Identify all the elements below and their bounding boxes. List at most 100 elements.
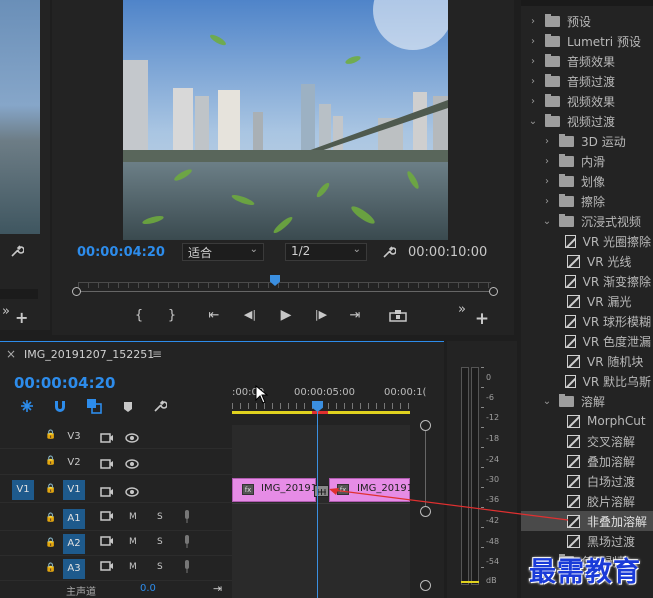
track-label-v1[interactable]: V1 bbox=[63, 480, 85, 500]
chevron-right-icon[interactable]: › bbox=[541, 176, 553, 187]
mark-out-button[interactable]: } bbox=[162, 308, 182, 323]
solo-button[interactable]: S bbox=[157, 537, 163, 547]
chevron-down-icon[interactable]: ⌄ bbox=[541, 396, 553, 407]
more-controls-button[interactable]: » bbox=[452, 302, 472, 317]
effects-item[interactable]: › 预设 bbox=[521, 11, 651, 31]
lock-icon[interactable]: 🔒 bbox=[45, 456, 56, 466]
button-editor-add[interactable]: + bbox=[472, 309, 492, 329]
solo-button[interactable]: S bbox=[157, 562, 163, 572]
lock-icon[interactable]: 🔒 bbox=[45, 430, 56, 440]
sequence-tab-title[interactable]: IMG_20191207_152251 bbox=[24, 348, 154, 361]
mark-in-button[interactable]: { bbox=[129, 308, 149, 323]
mute-button[interactable]: M bbox=[129, 537, 137, 547]
camera-icon[interactable] bbox=[100, 432, 114, 443]
scroll-handle-top[interactable] bbox=[420, 420, 431, 431]
effects-item[interactable]: 交叉溶解 bbox=[521, 431, 651, 451]
effects-item[interactable]: › Lumetri 预设 bbox=[521, 31, 651, 51]
timeline-timecode[interactable]: 00:00:04:20 bbox=[14, 374, 116, 392]
chevron-right-icon[interactable]: › bbox=[527, 36, 539, 47]
track-label-v3[interactable]: V3 bbox=[63, 427, 85, 447]
add-marker-icon[interactable] bbox=[123, 401, 133, 413]
lock-icon[interactable]: 🔒 bbox=[45, 538, 56, 548]
mic-icon[interactable] bbox=[183, 510, 191, 524]
effects-item[interactable]: VR 漏光 bbox=[521, 291, 651, 311]
chevron-right-icon[interactable]: › bbox=[541, 196, 553, 207]
effects-item[interactable]: VR 渐变擦除 bbox=[521, 271, 651, 291]
mute-button[interactable]: M bbox=[129, 562, 137, 572]
camera-icon[interactable] bbox=[100, 536, 114, 546]
effects-item[interactable]: › 3D 运动 bbox=[521, 131, 651, 151]
chevron-down-icon[interactable]: ⌄ bbox=[541, 216, 553, 227]
wrench-icon[interactable] bbox=[382, 245, 397, 259]
linked-selection-icon[interactable] bbox=[86, 398, 102, 414]
effects-item[interactable]: › 视频效果 bbox=[521, 91, 651, 111]
effects-item[interactable]: MorphCut bbox=[521, 411, 651, 431]
add-icon[interactable]: + bbox=[15, 308, 28, 327]
effects-item[interactable]: ⌄ 溶解 bbox=[521, 391, 651, 411]
track-label-v2[interactable]: V2 bbox=[63, 453, 85, 473]
play-button[interactable]: ▶ bbox=[276, 307, 296, 323]
scroll-handle-bottom[interactable] bbox=[420, 580, 431, 591]
effects-item[interactable]: VR 色度泄漏 bbox=[521, 331, 651, 351]
effects-item[interactable]: 黑场过渡 bbox=[521, 531, 651, 551]
effects-item[interactable]: › 划像 bbox=[521, 171, 651, 191]
track-label-a3[interactable]: A3 bbox=[63, 559, 85, 579]
resolution-select[interactable]: 1/2 ⌄ bbox=[285, 243, 367, 261]
lock-icon[interactable]: 🔒 bbox=[45, 513, 56, 523]
snap-icon[interactable] bbox=[20, 399, 34, 413]
mic-icon[interactable] bbox=[183, 535, 191, 549]
double-chevron-icon[interactable]: » bbox=[2, 304, 10, 319]
chevron-right-icon[interactable]: › bbox=[527, 96, 539, 107]
lock-icon[interactable]: 🔒 bbox=[45, 563, 56, 573]
scrubber-end-handle[interactable] bbox=[489, 287, 498, 296]
go-to-end-icon[interactable]: ⇥ bbox=[213, 582, 222, 595]
camera-icon[interactable] bbox=[100, 458, 114, 469]
mute-button[interactable]: M bbox=[129, 512, 137, 522]
chevron-right-icon[interactable]: › bbox=[527, 76, 539, 87]
chevron-down-icon[interactable]: ⌄ bbox=[527, 116, 539, 127]
step-back-button[interactable]: ◀| bbox=[240, 308, 260, 321]
wrench-icon[interactable] bbox=[10, 244, 25, 258]
video-clip-a[interactable]: fx IMG_20191 bbox=[232, 478, 317, 502]
eye-icon[interactable] bbox=[125, 458, 139, 469]
wrench-icon[interactable] bbox=[153, 399, 168, 413]
chevron-right-icon[interactable]: › bbox=[541, 136, 553, 147]
program-timecode-current[interactable]: 00:00:04:20 bbox=[77, 245, 165, 260]
close-tab-icon[interactable]: × bbox=[6, 347, 16, 361]
go-to-in-button[interactable]: ⇤ bbox=[204, 308, 224, 323]
chevron-right-icon[interactable]: › bbox=[527, 16, 539, 27]
track-label-a1[interactable]: A1 bbox=[63, 509, 85, 529]
effects-item[interactable]: 叠加溶解 bbox=[521, 451, 651, 471]
effects-item[interactable]: VR 默比乌斯 bbox=[521, 371, 651, 391]
eye-icon[interactable] bbox=[125, 486, 139, 497]
effects-item[interactable]: VR 球形模糊 bbox=[521, 311, 651, 331]
camera-icon[interactable] bbox=[100, 486, 114, 497]
eye-icon[interactable] bbox=[125, 432, 139, 443]
effects-item[interactable]: VR 随机块 bbox=[521, 351, 651, 371]
track-label-a2[interactable]: A2 bbox=[63, 534, 85, 554]
source-patch-v1[interactable]: V1 bbox=[12, 480, 34, 500]
effects-item[interactable]: ⌄ 视频过渡 bbox=[521, 111, 651, 131]
export-frame-icon[interactable] bbox=[389, 309, 407, 322]
camera-icon[interactable] bbox=[100, 561, 114, 571]
panel-menu-icon[interactable]: ≡ bbox=[152, 347, 162, 361]
source-timeline-bar[interactable] bbox=[0, 289, 38, 299]
effects-item[interactable]: › 音频效果 bbox=[521, 51, 651, 71]
camera-icon[interactable] bbox=[100, 511, 114, 521]
chevron-right-icon[interactable]: › bbox=[527, 56, 539, 67]
effects-item[interactable]: › 内滑 bbox=[521, 151, 651, 171]
fit-select[interactable]: 适合 ⌄ bbox=[182, 243, 264, 261]
effects-item[interactable]: VR 光圈擦除 bbox=[521, 231, 651, 251]
mic-icon[interactable] bbox=[183, 560, 191, 574]
solo-button[interactable]: S bbox=[157, 512, 163, 522]
go-to-out-button[interactable]: ⇥ bbox=[345, 308, 365, 323]
lock-icon[interactable]: 🔒 bbox=[45, 484, 56, 494]
effects-item[interactable]: ⌄ 沉浸式视频 bbox=[521, 211, 651, 231]
master-track-value[interactable]: 0.0 bbox=[140, 583, 156, 594]
scrubber-start-handle[interactable] bbox=[72, 287, 81, 296]
program-scrubber[interactable] bbox=[72, 275, 498, 296]
magnet-icon[interactable] bbox=[53, 399, 67, 413]
effects-item[interactable]: › 音频过渡 bbox=[521, 71, 651, 91]
chevron-right-icon[interactable]: › bbox=[541, 156, 553, 167]
step-forward-button[interactable]: |▶ bbox=[311, 308, 331, 321]
